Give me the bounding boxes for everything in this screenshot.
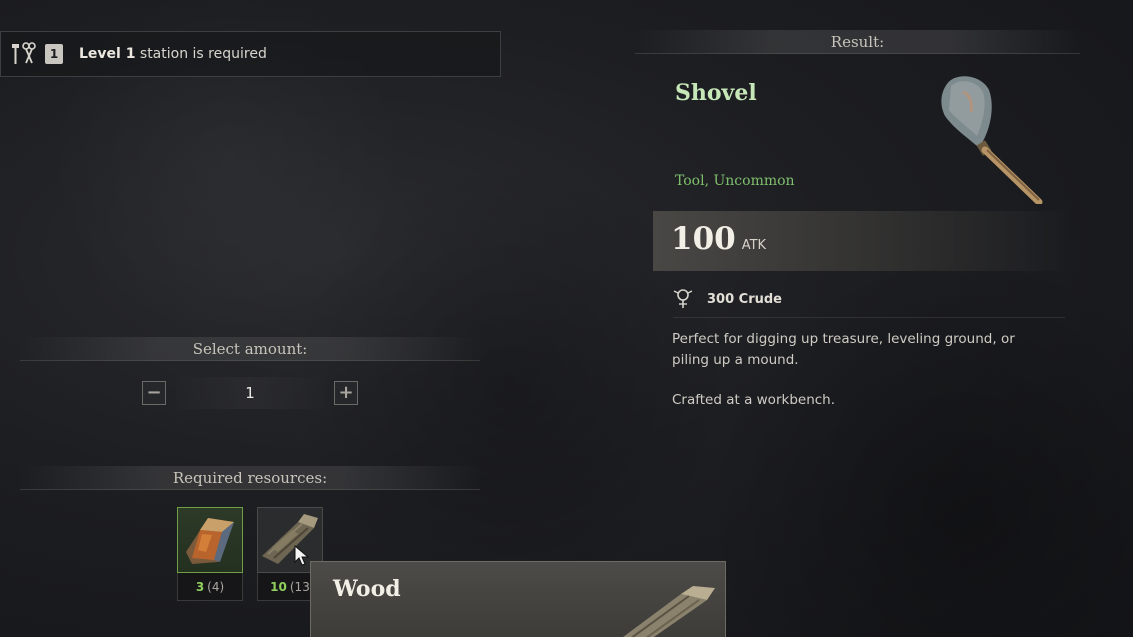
crafting-note: Crafted at a workbench.	[672, 392, 836, 408]
shovel-icon	[933, 72, 1053, 206]
increase-amount-button[interactable]: +	[334, 381, 358, 405]
resource-quantity: 3 (4)	[177, 573, 243, 601]
mouse-cursor-icon	[294, 544, 310, 567]
select-amount-header: Select amount:	[20, 337, 480, 361]
item-description: Perfect for digging up treasure, levelin…	[672, 331, 1015, 368]
amount-input[interactable]: 1	[176, 377, 324, 409]
attack-value: 100	[671, 221, 736, 257]
required-resources-header: Required resources:	[20, 466, 480, 490]
wood-icon	[611, 586, 721, 637]
decrease-amount-button[interactable]: −	[142, 381, 166, 405]
station-requirement-bar: 1 Level 1 station is required	[0, 31, 501, 77]
stat-bar: 100 ATK	[653, 211, 1065, 271]
resource-need: (13	[289, 579, 310, 594]
item-type: Tool, Uncommon	[675, 173, 795, 189]
quality-text: 300 Crude	[707, 292, 782, 307]
item-name: Shovel	[675, 80, 757, 106]
requirement-level: Level 1	[79, 46, 136, 62]
resource-icon-box	[177, 507, 243, 573]
metal-ingot-icon	[186, 518, 234, 564]
result-header: Result:	[635, 30, 1080, 54]
resource-slot-metal[interactable]: 3 (4)	[177, 507, 243, 601]
resource-have: 10	[270, 579, 287, 594]
requirement-text: Level 1 station is required	[79, 46, 267, 62]
requirement-suffix: station is required	[135, 46, 267, 62]
resource-tooltip: Wood	[310, 561, 726, 637]
tooltip-title: Wood	[333, 576, 401, 602]
quality-row: 300 Crude	[673, 282, 1065, 318]
resource-need: (4)	[207, 579, 225, 594]
tools-icon	[9, 41, 37, 67]
result-panel: Shovel Tool, Uncommon 100 ATK 300 Crude …	[653, 60, 1067, 440]
attack-unit: ATK	[741, 238, 767, 253]
level-badge: 1	[45, 44, 63, 64]
crude-quality-icon	[673, 287, 693, 313]
resource-have: 3	[195, 579, 205, 594]
